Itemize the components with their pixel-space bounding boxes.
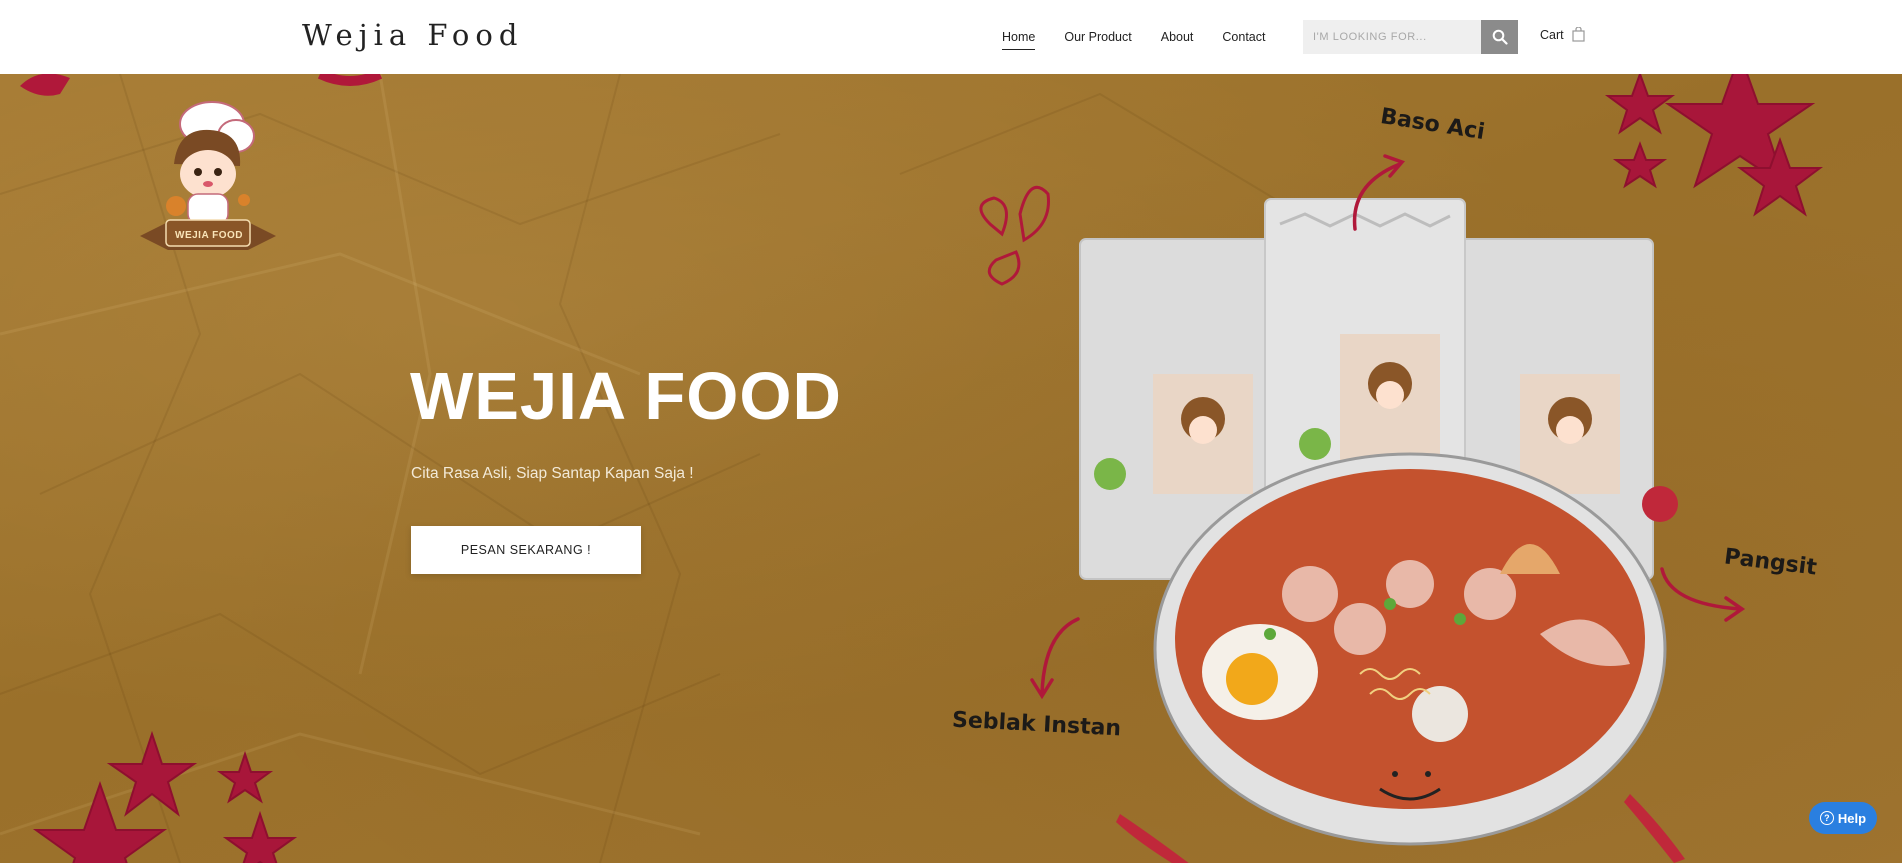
splash-decor xyxy=(979,185,1050,286)
search-bar xyxy=(1303,20,1518,54)
seblak-bowl xyxy=(1153,452,1667,846)
hero-subtitle: Cita Rasa Asli, Siap Santap Kapan Saja ! xyxy=(411,465,694,482)
hero-banner: WEJIA FOOD WEJIA FOOD Cita Rasa Asli, Si… xyxy=(0,74,1902,863)
help-button[interactable]: ? Help xyxy=(1809,802,1877,834)
search-input[interactable] xyxy=(1303,20,1482,54)
mascot-chef-logo xyxy=(140,101,276,250)
cart-link[interactable]: Cart xyxy=(1540,27,1585,42)
search-button[interactable] xyxy=(1481,20,1518,54)
order-now-button[interactable]: PESAN SEKARANG ! xyxy=(411,526,641,574)
nav-contact[interactable]: Contact xyxy=(1222,27,1265,47)
main-nav: Home Our Product About Contact xyxy=(1002,0,1295,74)
hero-title: WEJIA FOOD xyxy=(410,359,842,434)
product-artwork xyxy=(979,154,1746,863)
help-icon: ? xyxy=(1819,811,1834,825)
shopping-bag-icon xyxy=(1572,27,1585,42)
nav-our-product[interactable]: Our Product xyxy=(1064,27,1131,47)
mascot-badge-text: WEJIA FOOD xyxy=(175,230,243,241)
brand-logo[interactable]: Wejia Food xyxy=(302,18,523,52)
search-icon xyxy=(1492,29,1508,45)
cart-label: Cart xyxy=(1540,27,1564,42)
help-label: Help xyxy=(1837,810,1867,826)
nav-about[interactable]: About xyxy=(1161,27,1194,47)
site-header: Wejia Food Home Our Product About Contac… xyxy=(0,0,1902,74)
nav-home[interactable]: Home xyxy=(1002,27,1036,50)
